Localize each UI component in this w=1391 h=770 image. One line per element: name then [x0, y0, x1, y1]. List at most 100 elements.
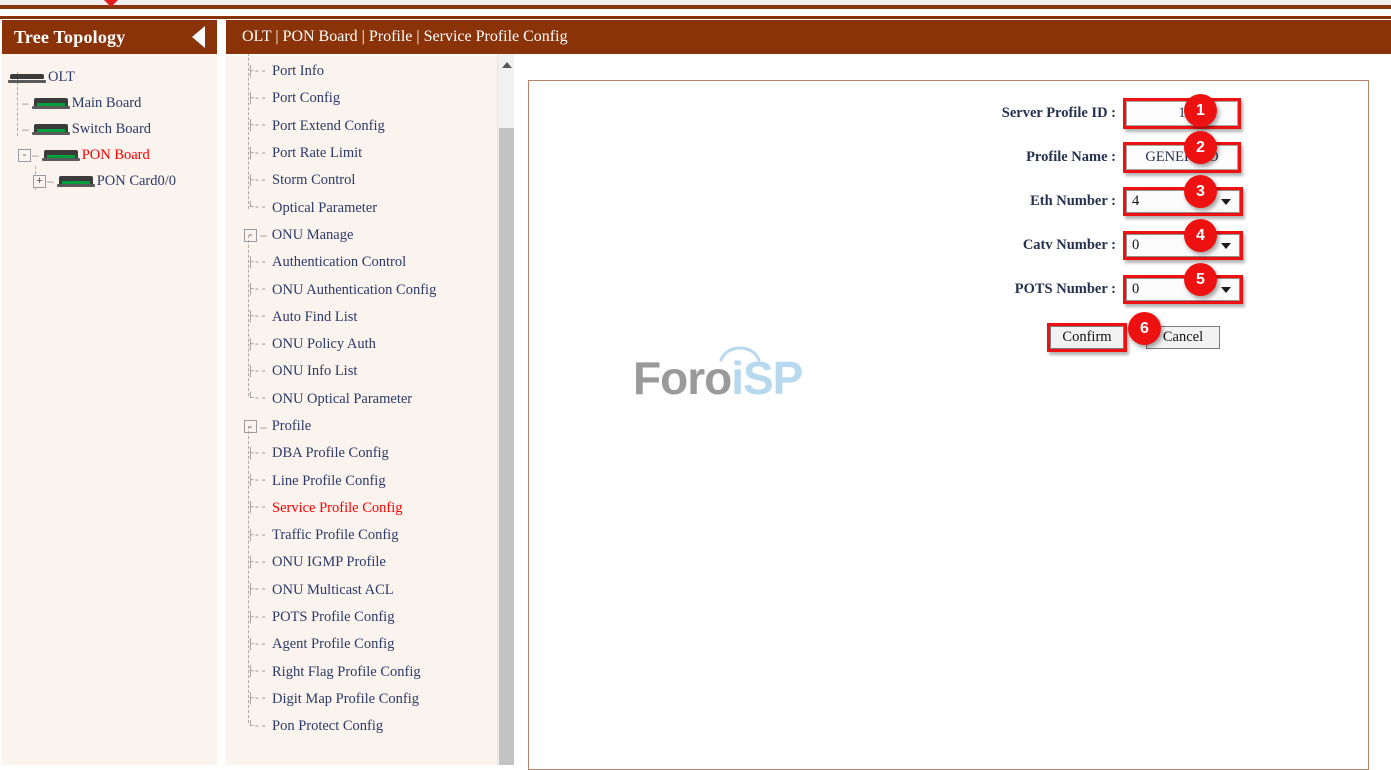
nav-item-auto-find-list[interactable]: ├--Auto Find List: [226, 304, 496, 331]
collapse-left-arrow-icon[interactable]: [192, 26, 205, 48]
nav-item-label: DBA Profile Config: [272, 445, 389, 462]
nav-branch-dash: └--: [247, 393, 267, 405]
nav-item-pots-profile-config[interactable]: ├--POTS Profile Config: [226, 604, 496, 631]
tree-topology-title: Tree Topology: [14, 27, 125, 48]
nav-item-line-profile-config[interactable]: ├--Line Profile Config: [226, 467, 496, 494]
top-decoration-strip: [0, 0, 1391, 20]
nav-item-dba-profile-config[interactable]: ├--DBA Profile Config: [226, 440, 496, 467]
nav-branch-dash: ├--: [247, 639, 267, 651]
device-flat-icon: [8, 71, 46, 83]
nav-item-label: ONU Multicast ACL: [272, 582, 394, 599]
nav-item-label: ONU Authentication Config: [272, 282, 436, 299]
select-eth-number[interactable]: 4: [1126, 190, 1240, 213]
nav-item-onu-info-list[interactable]: ├--ONU Info List: [226, 358, 496, 385]
tree-node-pon-card[interactable]: + – PON Card0/0: [8, 168, 217, 194]
select-pots-number[interactable]: 0: [1126, 278, 1240, 301]
nav-item-label: ONU Manage: [272, 227, 354, 244]
nav-item-pon-protect-config[interactable]: └--Pon Protect Config: [226, 713, 496, 740]
nav-item-authentication-control[interactable]: ├--Authentication Control: [226, 249, 496, 276]
tree-topology-header: Tree Topology: [2, 20, 217, 54]
annotation-badge-6: 6: [1128, 312, 1161, 345]
board-icon: [32, 97, 70, 109]
nav-item-onu-multicast-acl[interactable]: ├-- ONU Multicast ACL: [226, 577, 496, 604]
tree-node-label: Main Board: [72, 95, 142, 112]
nav-item-label: Authentication Control: [272, 254, 406, 271]
select-catv-number[interactable]: 0: [1126, 234, 1240, 257]
nav-branch-dash: ├--: [247, 475, 267, 487]
tree-node-label-active: PON Board: [82, 147, 150, 164]
nav-item-label: ONU Optical Parameter: [272, 391, 412, 408]
nav-item-port-config[interactable]: ├--Port Config: [226, 85, 496, 112]
annotation-badge-2: 2: [1184, 131, 1217, 164]
nav-branch-dash: –: [260, 420, 267, 434]
confirm-button[interactable]: Confirm: [1050, 326, 1124, 349]
service-profile-form: Server Profile ID :1Profile Name :2Eth N…: [529, 81, 1370, 311]
nav-item-agent-profile-config[interactable]: ├-- Agent Profile Config: [226, 631, 496, 658]
nav-branch-dash: ├--: [247, 175, 267, 187]
chevron-down-icon[interactable]: [1221, 199, 1231, 205]
nav-item-port-extend-config[interactable]: ├--Port Extend Config: [226, 113, 496, 140]
nav-item-onu-optical-parameter[interactable]: └-- ONU Optical Parameter: [226, 386, 496, 413]
chevron-down-icon[interactable]: [1221, 243, 1231, 249]
field-label: Catv Number :: [529, 237, 1123, 254]
tree-node-olt[interactable]: OLT: [8, 64, 217, 90]
board-icon: [42, 149, 80, 161]
nav-scrollbar[interactable]: [497, 20, 514, 765]
nav-item-port-rate-limit[interactable]: ├--Port Rate Limit: [226, 140, 496, 167]
nav-item-storm-control[interactable]: ├--Storm Control: [226, 167, 496, 194]
tree-node-main-board[interactable]: – Main Board: [8, 90, 217, 116]
nav-branch-dash: ├--: [247, 502, 267, 514]
field-highlight-box: 4: [1123, 187, 1243, 216]
nav-branch-dash: ├--: [247, 530, 267, 542]
nav-branch-dash: ├--: [247, 557, 267, 569]
chevron-down-icon[interactable]: [1221, 287, 1231, 293]
nav-item-right-flag-profile-config[interactable]: ├--Right Flag Profile Config: [226, 659, 496, 686]
top-brown-bar-lower: [0, 16, 1391, 19]
top-brown-bar-upper: [0, 5, 1391, 9]
nav-item-label: Pon Protect Config: [272, 718, 383, 735]
nav-item-traffic-profile-config[interactable]: ├--Traffic Profile Config: [226, 522, 496, 549]
tree-expand-expander[interactable]: +: [33, 175, 46, 188]
service-profile-config-panel: Server Profile ID :1Profile Name :2Eth N…: [528, 80, 1369, 770]
nav-item-onu-manage[interactable]: -–ONU Manage: [226, 222, 496, 249]
nav-branch-dash: ├--: [247, 666, 267, 678]
nav-branch-dash: ├--: [247, 93, 267, 105]
form-button-row: Confirm 6 Cancel: [529, 323, 1370, 352]
nav-item-port-info[interactable]: ├--Port Info: [226, 58, 496, 85]
nav-group-expander[interactable]: -: [244, 229, 257, 242]
tree-branch-dash: –: [22, 96, 29, 110]
nav-item-label: Port Rate Limit: [272, 145, 362, 162]
nav-item-service-profile-config[interactable]: ├--Service Profile Config: [226, 495, 496, 522]
tree-node-switch-board[interactable]: – Switch Board: [8, 116, 217, 142]
nav-item-optical-parameter[interactable]: └--Optical Parameter: [226, 194, 496, 221]
nav-item-label: Agent Profile Config: [272, 636, 394, 653]
nav-item-onu-igmp-profile[interactable]: ├--ONU IGMP Profile: [226, 549, 496, 576]
annotation-badge-3: 3: [1184, 175, 1217, 208]
nav-item-onu-policy-auth[interactable]: ├--ONU Policy Auth: [226, 331, 496, 358]
nav-item-label: Port Extend Config: [272, 118, 385, 135]
form-row-profile-name: Profile Name :2: [529, 135, 1370, 179]
scroll-up-arrow-icon[interactable]: [498, 56, 514, 73]
nav-item-profile[interactable]: -–Profile: [226, 413, 496, 440]
nav-item-digit-map-profile-config[interactable]: ├--Digit Map Profile Config: [226, 686, 496, 713]
nav-connector-line: [248, 426, 249, 723]
tree-collapse-expander[interactable]: -: [18, 149, 31, 162]
field-label: Profile Name :: [529, 149, 1123, 166]
nav-connector-line: [248, 235, 249, 396]
input-profile-name[interactable]: [1126, 145, 1238, 170]
nav-scrollbar-thumb[interactable]: [499, 128, 514, 765]
nav-group-expander[interactable]: -: [244, 420, 257, 433]
nav-item-label: ONU Info List: [272, 363, 357, 380]
nav-item-label: POTS Profile Config: [272, 609, 394, 626]
tree-node-pon-board[interactable]: - – PON Board: [8, 142, 217, 168]
tree-topology-panel: Tree Topology OLT – Main Board –: [2, 20, 217, 765]
input-server-profile-id[interactable]: [1126, 101, 1238, 126]
annotation-badge-1: 1: [1184, 94, 1217, 127]
nav-item-onu-authentication-config[interactable]: ├--ONU Authentication Config: [226, 276, 496, 303]
board-icon: [57, 175, 95, 187]
select-value: 0: [1132, 281, 1139, 298]
navigation-menu-panel: ├--Port Info├--Port Config├--Port Extend…: [226, 20, 514, 765]
red-pointer-marker-icon: [104, 0, 118, 7]
nav-branch-dash: ├--: [247, 584, 267, 596]
select-value: 0: [1132, 237, 1139, 254]
